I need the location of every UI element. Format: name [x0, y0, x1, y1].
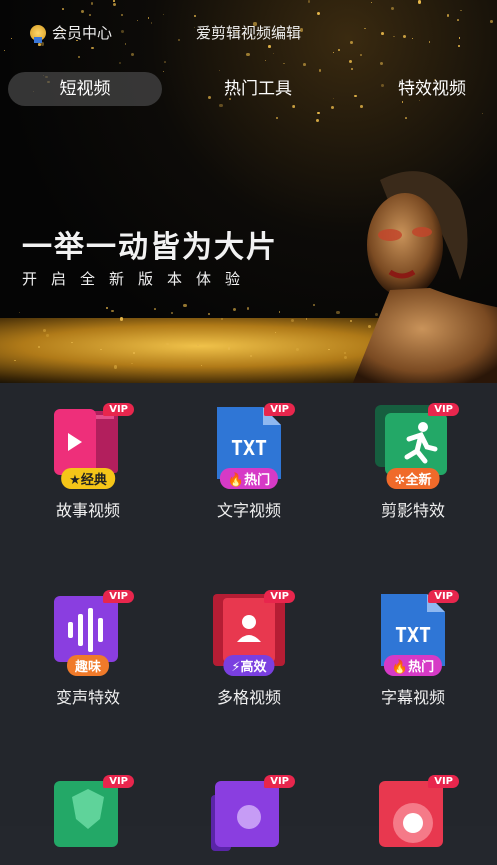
vip-tag: VIP	[428, 775, 459, 788]
tool-badge: ✲全新	[386, 468, 440, 489]
tool-label: 剪影特效	[380, 501, 445, 520]
banner-subtitle: 开启全新版本体验	[22, 270, 255, 288]
tool-icon-box: VIP ✲全新	[373, 403, 459, 493]
tab-hot-tools[interactable]: 热门工具	[190, 72, 326, 106]
tool-item[interactable]: VIP ⚡高效多格视频	[189, 590, 309, 708]
tool-badge: 🔥热门	[219, 468, 279, 489]
tool-label: 字幕视频	[380, 688, 445, 707]
vip-tag: VIP	[264, 775, 295, 788]
model-portrait-image	[352, 171, 497, 383]
tool-badge: 趣味	[66, 655, 110, 676]
vip-tag: VIP	[103, 590, 134, 603]
tool-item[interactable]: VIP	[353, 775, 473, 865]
vip-tag: VIP	[264, 590, 295, 603]
svg-text:TXT: TXT	[231, 436, 267, 460]
category-tabs: 短视频 热门工具 特效视频	[0, 72, 497, 106]
tool-icon-box: VIP 趣味	[48, 590, 134, 680]
tool-badge: ⚡高效	[223, 655, 275, 676]
vip-tag: VIP	[428, 403, 459, 416]
tab-short-video[interactable]: 短视频	[8, 72, 162, 106]
tool-label: 故事视频	[55, 501, 120, 520]
tool-item[interactable]: VIP	[189, 775, 309, 865]
hero-banner[interactable]: 会员中心 爱剪辑视频编辑 短视频 热门工具 特效视频 一举一动皆为大片 开启全新…	[0, 0, 497, 383]
tool-icon-box: TXT VIP 🔥热门	[209, 403, 295, 493]
tool-label: 多格视频	[216, 688, 281, 707]
tool-badge: ★经典	[61, 468, 115, 489]
banner-slogan: 一举一动皆为大片	[22, 230, 278, 265]
tool-item[interactable]: TXT VIP 🔥热门字幕视频	[353, 590, 473, 708]
tool-label: 文字视频	[216, 501, 281, 520]
tool-item[interactable]: VIP 趣味变声特效	[28, 590, 148, 708]
svg-text:TXT: TXT	[395, 623, 431, 647]
tool-item[interactable]: TXT VIP 🔥热门文字视频	[189, 403, 309, 521]
vip-tag: VIP	[103, 775, 134, 788]
tool-icon-box: TXT VIP 🔥热门	[373, 590, 459, 680]
vip-tag: VIP	[264, 403, 295, 416]
app-title: 爱剪辑视频编辑	[195, 24, 301, 42]
tool-item[interactable]: VIP ★经典故事视频	[28, 403, 148, 521]
tool-item[interactable]: VIP	[28, 775, 148, 865]
tool-icon-box: VIP ⚡高效	[209, 590, 295, 680]
tools-grid: VIP ★经典 故事视频 TXT VIP 🔥热门 文字视频 VIP ✲全新 剪影特效 VIP 趣味 变声…	[0, 383, 497, 851]
vip-tag: VIP	[428, 590, 459, 603]
tool-badge: 🔥热门	[383, 655, 443, 676]
tool-icon-box: VIP	[373, 775, 459, 865]
vip-tag: VIP	[103, 403, 134, 416]
tool-icon-box: VIP	[209, 775, 295, 865]
tool-label: 变声特效	[55, 688, 120, 707]
tool-icon-box: VIP	[48, 775, 134, 865]
tool-icon-box: VIP ★经典	[48, 403, 134, 493]
tool-item[interactable]: VIP ✲全新剪影特效	[353, 403, 473, 521]
tab-effect-video[interactable]: 特效视频	[380, 72, 484, 106]
